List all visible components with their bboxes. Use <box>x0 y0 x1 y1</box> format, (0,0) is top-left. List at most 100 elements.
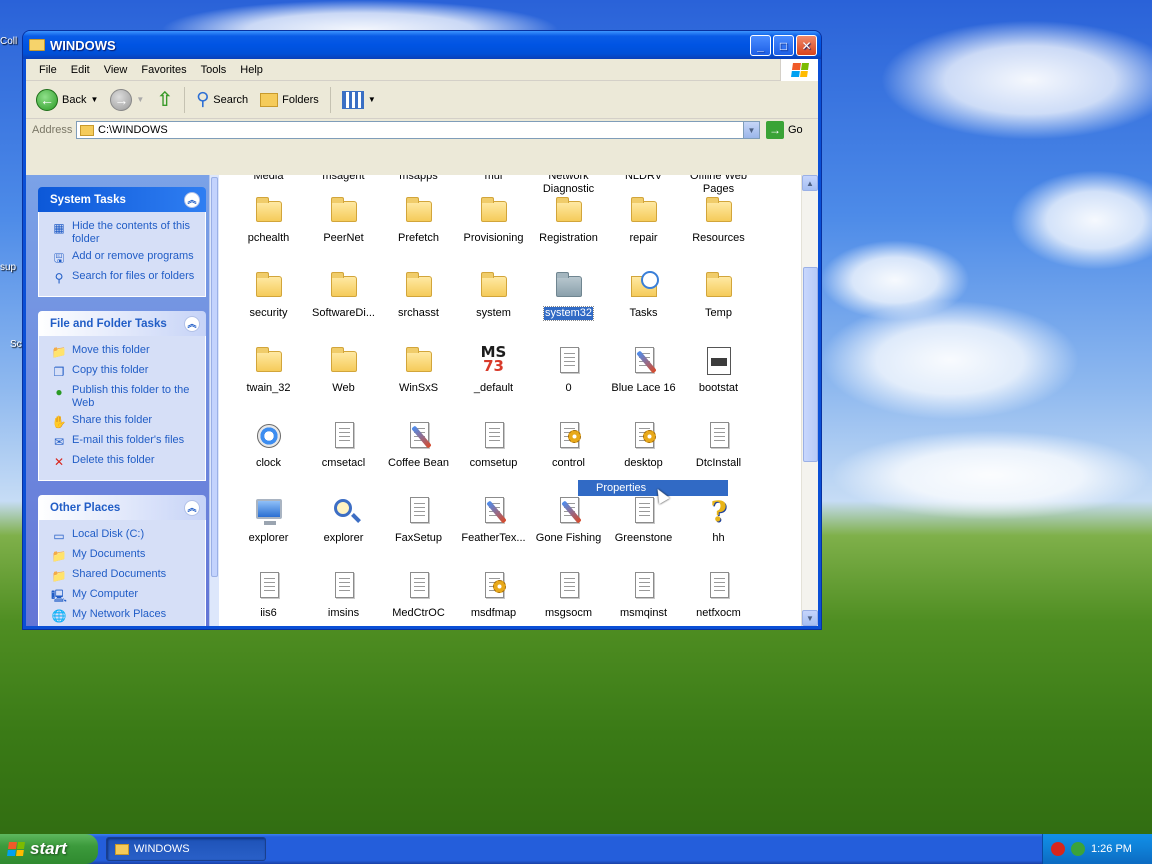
scrollbar-thumb[interactable] <box>803 267 818 462</box>
file-item[interactable]: bootstat <box>681 345 756 395</box>
maximize-button[interactable]: □ <box>773 35 794 56</box>
close-button[interactable]: ✕ <box>796 35 817 56</box>
file-item[interactable]: system <box>456 270 531 320</box>
collapse-chevron-icon[interactable]: ︽ <box>184 191 200 208</box>
file-item[interactable]: msdfmap <box>456 570 531 620</box>
task-share-folder[interactable]: ✋ Share this folder <box>51 414 199 430</box>
scroll-up-button[interactable]: ▲ <box>802 175 818 191</box>
file-item[interactable]: security <box>231 270 306 320</box>
panel-header[interactable]: File and Folder Tasks ︽ <box>38 311 206 336</box>
title-bar[interactable]: WINDOWS _ □ ✕ <box>23 31 821 59</box>
file-item[interactable]: desktop <box>606 420 681 470</box>
file-item[interactable]: srchasst <box>381 270 456 320</box>
search-button[interactable]: ⚲ Search <box>192 87 252 112</box>
clock[interactable]: 1:26 PM <box>1091 843 1132 855</box>
file-item[interactable]: msmqinst <box>606 570 681 620</box>
file-item[interactable]: FaxSetup <box>381 495 456 545</box>
file-item[interactable]: 0 <box>531 345 606 395</box>
file-item[interactable]: Network Diagnostic <box>531 175 606 196</box>
file-item[interactable]: comsetup <box>456 420 531 470</box>
file-item[interactable]: iis6 <box>231 570 306 620</box>
minimize-button[interactable]: _ <box>750 35 771 56</box>
menu-favorites[interactable]: Favorites <box>134 64 193 76</box>
menu-tools[interactable]: Tools <box>194 64 234 76</box>
place-local-disk[interactable]: ▭ Local Disk (C:) <box>51 528 199 544</box>
file-item[interactable]: netfxocm <box>681 570 756 620</box>
task-publish-web[interactable]: ● Publish this folder to the Web <box>51 384 199 410</box>
chevron-down-icon[interactable]: ▼ <box>743 122 759 138</box>
file-item[interactable]: msagent <box>306 175 381 183</box>
task-add-remove-programs[interactable]: 🖫 Add or remove programs <box>51 250 199 266</box>
collapse-chevron-icon[interactable]: ︽ <box>184 499 200 516</box>
file-item[interactable]: explorer <box>231 495 306 545</box>
file-item[interactable]: mui <box>456 175 531 183</box>
address-input[interactable]: C:\WINDOWS ▼ <box>76 121 760 139</box>
file-item[interactable]: clock <box>231 420 306 470</box>
file-item[interactable]: explorer <box>306 495 381 545</box>
task-search-files[interactable]: ⚲ Search for files or folders <box>51 270 199 286</box>
file-item[interactable]: pchealth <box>231 195 306 245</box>
file-item[interactable]: Resources <box>681 195 756 245</box>
task-delete-folder[interactable]: ✕ Delete this folder <box>51 454 199 470</box>
panel-header[interactable]: Other Places ︽ <box>38 495 206 520</box>
file-item[interactable]: Media <box>231 175 306 183</box>
vertical-scrollbar[interactable]: ▲ ▼ <box>801 175 818 626</box>
forward-button[interactable]: → ▼ <box>106 87 148 113</box>
file-item[interactable]: NLDRV <box>606 175 681 183</box>
file-item[interactable]: msgsocm <box>531 570 606 620</box>
chevron-down-icon[interactable]: ▼ <box>90 95 98 104</box>
task-pane-scrollbar[interactable] <box>209 175 219 626</box>
up-button[interactable]: ⇧ <box>152 85 177 114</box>
collapse-chevron-icon[interactable]: ︽ <box>184 315 200 332</box>
file-item[interactable]: WinSxS <box>381 345 456 395</box>
taskbar-window-button[interactable]: WINDOWS <box>106 837 266 861</box>
file-item[interactable]: cmsetacl <box>306 420 381 470</box>
desktop-label[interactable]: Sc <box>10 339 22 350</box>
menu-file[interactable]: File <box>32 64 64 76</box>
file-item[interactable]: Prefetch <box>381 195 456 245</box>
file-item[interactable]: msapps <box>381 175 456 183</box>
panel-header[interactable]: System Tasks ︽ <box>38 187 206 212</box>
task-move-folder[interactable]: 📁 Move this folder <box>51 344 199 360</box>
file-item[interactable]: Web <box>306 345 381 395</box>
file-item[interactable]: Greenstone <box>606 495 681 545</box>
file-item[interactable]: MS 73 _default <box>456 345 531 395</box>
file-item[interactable]: Blue Lace 16 <box>606 345 681 395</box>
file-item[interactable]: Provisioning <box>456 195 531 245</box>
file-item[interactable]: control <box>531 420 606 470</box>
task-email-files[interactable]: ✉ E-mail this folder's files <box>51 434 199 450</box>
scroll-down-button[interactable]: ▼ <box>802 610 818 626</box>
file-item[interactable]: Temp <box>681 270 756 320</box>
views-button[interactable]: ▼ <box>338 89 380 111</box>
desktop-label[interactable]: Coll <box>0 36 17 47</box>
task-hide-contents[interactable]: ▦ Hide the contents of this folder <box>51 220 199 246</box>
file-item[interactable]: ? hh <box>681 495 756 545</box>
go-button[interactable]: → Go <box>766 121 803 139</box>
file-item[interactable]: Gone Fishing <box>531 495 606 545</box>
file-item[interactable]: MedCtrOC <box>381 570 456 620</box>
file-item[interactable]: Registration <box>531 195 606 245</box>
back-button[interactable]: ← Back ▼ <box>32 87 102 113</box>
file-item[interactable]: repair <box>606 195 681 245</box>
file-item[interactable]: Tasks <box>606 270 681 320</box>
security-shield-icon[interactable] <box>1051 842 1065 856</box>
file-item[interactable]: DtcInstall <box>681 420 756 470</box>
file-item[interactable]: imsins <box>306 570 381 620</box>
network-icon[interactable] <box>1071 842 1085 856</box>
place-network-places[interactable]: 🌐 My Network Places <box>51 608 199 624</box>
menu-view[interactable]: View <box>97 64 135 76</box>
file-item[interactable]: FeatherTex... <box>456 495 531 545</box>
start-button[interactable]: start <box>0 834 98 864</box>
place-my-documents[interactable]: 📁 My Documents <box>51 548 199 564</box>
place-my-computer[interactable]: 🖳 My Computer <box>51 588 199 604</box>
menu-help[interactable]: Help <box>233 64 270 76</box>
desktop-label[interactable]: sup <box>0 262 16 273</box>
file-item[interactable]: Coffee Bean <box>381 420 456 470</box>
task-copy-folder[interactable]: ❐ Copy this folder <box>51 364 199 380</box>
menu-edit[interactable]: Edit <box>64 64 97 76</box>
folders-button[interactable]: Folders <box>256 91 323 109</box>
file-item[interactable]: PeerNet <box>306 195 381 245</box>
file-item[interactable]: Offline Web Pages <box>681 175 756 196</box>
file-item[interactable]: SoftwareDi... <box>306 270 381 320</box>
scrollbar-thumb[interactable] <box>211 177 218 577</box>
